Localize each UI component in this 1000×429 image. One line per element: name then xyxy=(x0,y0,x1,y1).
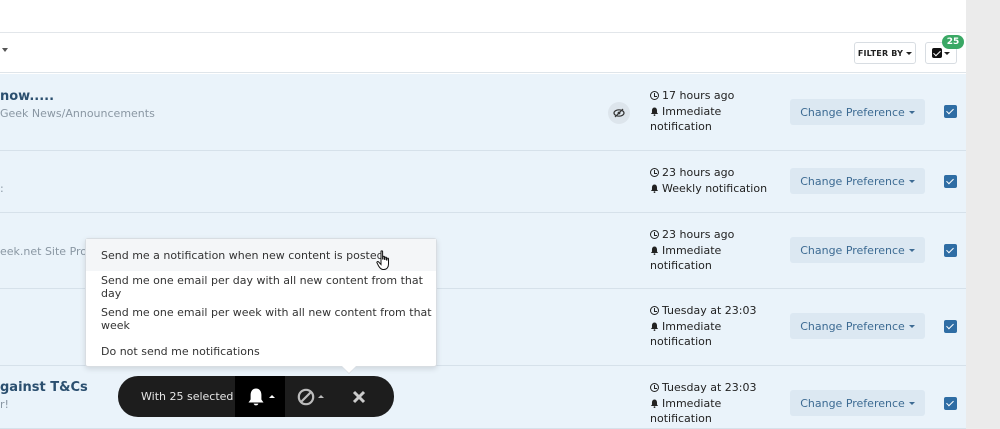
row-time: 17 hours ago xyxy=(662,89,735,102)
page-header xyxy=(0,0,966,33)
row-pref: Immediate xyxy=(662,243,722,257)
row-meta: 23 hours ago Weekly notification xyxy=(650,165,770,196)
row-checkbox[interactable] xyxy=(944,175,957,188)
change-preference-button[interactable]: Change Preference xyxy=(790,237,925,263)
change-preference-label: Change Preference xyxy=(800,319,905,333)
hand-pointer-icon xyxy=(376,250,389,270)
row-time: 23 hours ago xyxy=(662,228,735,241)
clock-icon xyxy=(650,168,659,177)
chevron-down-icon xyxy=(908,324,915,328)
row-pref: Immediate xyxy=(662,319,722,333)
checkbox-icon xyxy=(932,48,942,58)
row-meta: Tuesday at 23:03 Immediate notification xyxy=(650,380,770,427)
bell-icon xyxy=(248,388,263,405)
notification-action-button[interactable] xyxy=(235,376,285,417)
row-time: Tuesday at 23:03 xyxy=(662,304,757,317)
change-preference-button[interactable]: Change Preference xyxy=(790,390,925,416)
change-preference-label: Change Preference xyxy=(800,105,905,119)
filter-by-button[interactable]: FILTER BY xyxy=(854,42,916,64)
table-row: now..... Geek News/Announcements 17 hour… xyxy=(0,74,966,151)
row-pref-cont: notification xyxy=(650,412,712,425)
clock-icon xyxy=(650,306,659,315)
row-subtitle[interactable]: eek.net Site Prob xyxy=(0,245,94,258)
close-toolbar-button[interactable] xyxy=(335,376,383,417)
filter-by-label: FILTER BY xyxy=(857,48,904,58)
bell-icon xyxy=(650,321,659,331)
row-subtitle[interactable]: r! xyxy=(0,398,9,411)
bell-icon xyxy=(650,183,659,193)
row-pref: Immediate xyxy=(662,396,722,410)
clock-icon xyxy=(650,383,659,392)
close-icon xyxy=(352,390,366,403)
row-time: 23 hours ago xyxy=(662,166,735,179)
chevron-down-icon xyxy=(908,248,915,252)
row-pref-cont: notification xyxy=(650,120,712,133)
eye-slash-icon xyxy=(613,108,625,118)
chevron-up-icon xyxy=(317,395,324,398)
row-time: Tuesday at 23:03 xyxy=(662,381,757,394)
chevron-up-icon xyxy=(268,395,275,398)
chevron-down-icon xyxy=(944,51,950,55)
row-pref-cont: notification xyxy=(650,259,712,272)
row-subtitle[interactable]: Geek News/Announcements xyxy=(0,107,155,120)
change-preference-label: Change Preference xyxy=(800,174,905,188)
chevron-down-icon xyxy=(908,179,915,183)
menu-item-email-weekly[interactable]: Send me one email per week with all new … xyxy=(86,303,436,335)
row-checkbox[interactable] xyxy=(944,244,957,257)
bell-icon xyxy=(650,106,659,116)
change-preference-label: Change Preference xyxy=(800,243,905,257)
row-meta: Tuesday at 23:03 Immediate notification xyxy=(650,303,770,350)
row-title[interactable]: gainst T&Cs xyxy=(0,380,88,395)
row-checkbox[interactable] xyxy=(944,397,957,410)
clock-icon xyxy=(650,230,659,239)
row-pref-cont: notification xyxy=(650,335,712,348)
bell-icon xyxy=(650,245,659,255)
table-row: : 23 hours ago Weekly notification Chang… xyxy=(0,151,966,213)
row-pref: Immediate xyxy=(662,104,722,118)
change-preference-label: Change Preference xyxy=(800,396,905,410)
bell-icon xyxy=(650,398,659,408)
selected-count-text: With 25 selected xyxy=(141,390,234,403)
block-action-button[interactable] xyxy=(285,376,335,417)
menu-arrow xyxy=(342,366,356,373)
menu-item-email-daily[interactable]: Send me one email per day with all new c… xyxy=(86,271,436,303)
chevron-down-icon xyxy=(908,401,915,405)
clock-icon xyxy=(650,91,659,100)
row-meta: 23 hours ago Immediate notification xyxy=(650,227,770,274)
menu-item-no-notifications[interactable]: Do not send me notifications xyxy=(86,335,436,367)
row-checkbox[interactable] xyxy=(944,105,957,118)
block-icon xyxy=(297,388,314,405)
eye-slash-icon[interactable] xyxy=(608,102,630,124)
page: FILTER BY 25 now..... Geek News/Announce… xyxy=(0,0,966,429)
row-subtitle[interactable]: : xyxy=(0,182,4,195)
change-preference-button[interactable]: Change Preference xyxy=(790,168,925,194)
row-title[interactable]: now..... xyxy=(0,89,54,104)
chevron-down-icon xyxy=(906,51,913,55)
change-preference-button[interactable]: Change Preference xyxy=(790,99,925,125)
filter-bar: FILTER BY xyxy=(0,33,966,73)
change-preference-button[interactable]: Change Preference xyxy=(790,313,925,339)
row-meta: 17 hours ago Immediate notification xyxy=(650,88,770,135)
selected-count-badge: 25 xyxy=(942,35,964,49)
chevron-down-icon[interactable] xyxy=(2,48,8,52)
chevron-down-icon xyxy=(908,110,915,114)
row-pref: Weekly notification xyxy=(662,181,768,195)
row-checkbox[interactable] xyxy=(944,320,957,333)
bulk-action-toolbar: With 25 selected xyxy=(118,376,394,417)
